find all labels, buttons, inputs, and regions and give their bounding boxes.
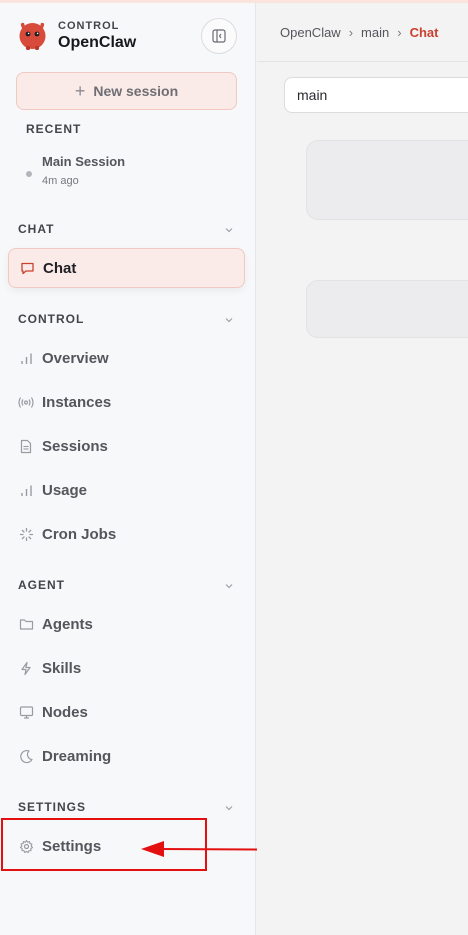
chat-bubble-icon	[19, 260, 35, 276]
collapse-sidebar-button[interactable]	[201, 18, 237, 54]
plus-icon: +	[74, 81, 86, 101]
sidebar-item-dreaming[interactable]: Dreaming	[8, 736, 245, 776]
sidebar-item-label: Cron Jobs	[42, 525, 117, 543]
recent-session-item[interactable]: Main Session 4m ago	[16, 150, 237, 196]
section-label-agent: AGENT	[18, 578, 65, 592]
sidebar-item-nodes[interactable]: Nodes	[8, 692, 245, 732]
chevron-right-icon: ›	[348, 25, 354, 40]
recent-session-title: Main Session	[42, 154, 126, 169]
sidebar-item-label: Agents	[42, 615, 93, 633]
brand-title: OpenClaw	[58, 34, 137, 51]
lightning-icon	[18, 660, 34, 676]
sidebar-item-label: Instances	[42, 393, 112, 411]
sidebar-item-cron-jobs[interactable]: Cron Jobs	[8, 514, 245, 554]
breadcrumb: OpenClaw › main › Chat	[280, 25, 438, 40]
sidebar-item-label: Nodes	[42, 703, 88, 721]
recent-session-time: 4m ago	[42, 175, 79, 187]
section-label-control: CONTROL	[18, 312, 85, 326]
section-label-chat: CHAT	[18, 222, 55, 236]
openclaw-logo-icon	[19, 22, 46, 50]
bar-chart-icon	[18, 482, 34, 498]
brand-subtitle: CONTROL	[58, 20, 120, 32]
status-dot-icon	[26, 171, 32, 177]
loader-icon	[18, 526, 34, 542]
sidebar-item-overview[interactable]: Overview	[8, 338, 245, 378]
sidebar-item-label: Usage	[42, 481, 88, 499]
folder-icon	[18, 616, 34, 632]
sidebar-item-usage[interactable]: Usage	[8, 470, 245, 510]
breadcrumb-item[interactable]: OpenClaw	[280, 25, 341, 40]
sidebar-item-chat[interactable]: Chat	[8, 248, 245, 288]
sidebar-item-instances[interactable]: Instances	[8, 382, 245, 422]
header-divider	[257, 61, 468, 62]
chevron-right-icon: ›	[397, 25, 402, 40]
sidebar-item-label: Overview	[42, 349, 109, 367]
chevron-down-icon[interactable]	[222, 801, 236, 815]
sidebar-item-agents[interactable]: Agents	[8, 604, 245, 644]
sidebar: CONTROL OpenClaw + New session RECENT Ma…	[0, 3, 256, 935]
new-session-button[interactable]: + New session	[16, 72, 237, 110]
section-label-settings: SETTINGS	[18, 800, 87, 814]
sidebar-toggle-icon	[212, 29, 226, 43]
loading-placeholder	[306, 280, 468, 338]
breadcrumb-item[interactable]: main	[361, 25, 389, 40]
sidebar-item-label: Sessions	[42, 437, 108, 455]
document-icon	[18, 438, 34, 454]
sidebar-item-label: Skills	[42, 659, 82, 677]
monitor-icon	[18, 704, 34, 720]
sidebar-item-label: Dreaming	[42, 747, 112, 765]
session-select[interactable]: main	[284, 77, 468, 113]
loading-placeholder	[306, 140, 468, 220]
bar-chart-icon	[18, 350, 34, 366]
chevron-down-icon[interactable]	[222, 313, 236, 327]
chevron-down-icon[interactable]	[222, 579, 236, 593]
sidebar-item-skills[interactable]: Skills	[8, 648, 245, 688]
broadcast-icon	[18, 394, 34, 410]
chevron-down-icon[interactable]	[222, 223, 236, 237]
moon-icon	[18, 748, 34, 764]
sidebar-item-label: Chat	[43, 259, 77, 277]
breadcrumb-current: Chat	[409, 25, 439, 40]
main-panel: OpenClaw › main › Chat main	[257, 3, 468, 935]
sidebar-item-sessions[interactable]: Sessions	[8, 426, 245, 466]
new-session-label: New session	[93, 83, 179, 99]
recent-section-label: RECENT	[26, 122, 82, 136]
